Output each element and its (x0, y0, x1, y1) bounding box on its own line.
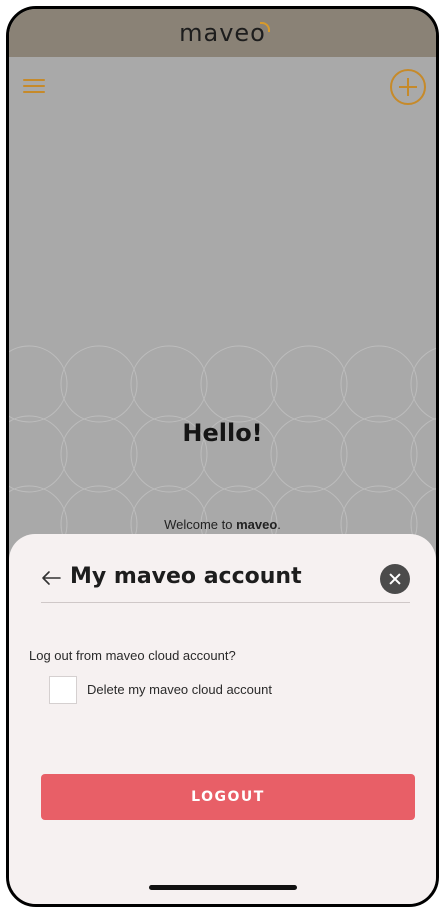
delete-account-label[interactable]: Delete my maveo cloud account (87, 682, 272, 697)
arrow-left-icon[interactable] (41, 570, 61, 586)
logout-button[interactable]: LOGOUT (41, 774, 415, 820)
app-header: maveo (9, 9, 436, 57)
account-bottom-sheet: My maveo account Log out from maveo clou… (9, 534, 436, 904)
logo-accent-icon (259, 22, 270, 32)
welcome-text: Welcome to maveo. (164, 517, 281, 532)
logout-question: Log out from maveo cloud account? (29, 648, 236, 663)
phone-frame: maveo Hello! Welcome to maveo. My maveo … (6, 6, 439, 907)
maveo-logo: maveo (179, 19, 270, 47)
logo-text: maveo (179, 19, 266, 47)
menu-icon (23, 79, 45, 81)
home-indicator (149, 885, 297, 890)
menu-button[interactable] (23, 79, 45, 95)
sheet-title: My maveo account (70, 564, 302, 589)
add-device-button[interactable] (390, 69, 426, 105)
greeting-heading: Hello! (182, 419, 263, 447)
header-divider (41, 602, 410, 603)
close-button[interactable] (380, 564, 410, 594)
sheet-header: My maveo account (41, 560, 410, 600)
delete-account-checkbox[interactable] (49, 676, 77, 704)
